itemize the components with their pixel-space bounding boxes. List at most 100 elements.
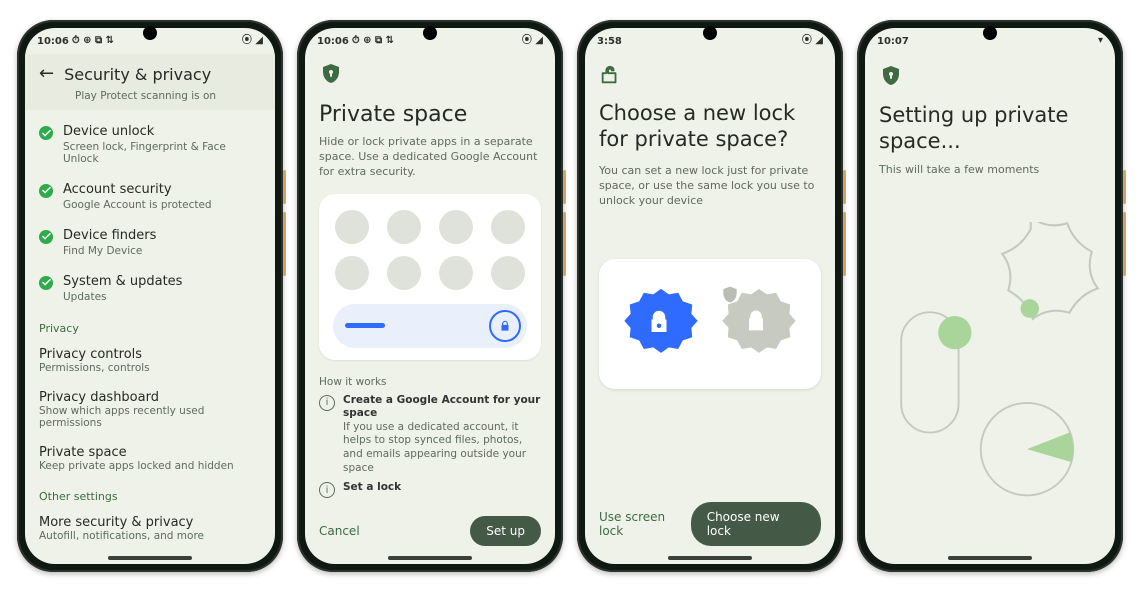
play-protect-status: Play Protect scanning is on bbox=[75, 90, 216, 102]
item-sub: Permissions, controls bbox=[39, 362, 261, 374]
page-description: This will take a few moments bbox=[879, 163, 1101, 176]
check-icon bbox=[39, 184, 53, 198]
item-title: Privacy dashboard bbox=[39, 390, 261, 405]
cancel-button[interactable]: Cancel bbox=[319, 524, 360, 538]
app-placeholder-icon bbox=[387, 256, 421, 290]
privacy-shield-icon bbox=[879, 64, 903, 88]
app-placeholder-icon bbox=[335, 256, 369, 290]
phone-choose-lock: 3:58 ⦿ ◢ Choose a new lock for private s… bbox=[577, 20, 843, 572]
check-icon bbox=[39, 230, 53, 244]
item-sub: Updates bbox=[63, 291, 261, 303]
item-title: More security & privacy bbox=[39, 515, 261, 530]
item-device-unlock[interactable]: Device unlockScreen lock, Fingerprint & … bbox=[39, 116, 261, 174]
item-title: Device finders bbox=[63, 229, 261, 244]
lock-circle-icon bbox=[489, 310, 521, 342]
how-body: If you use a dedicated account, it helps… bbox=[343, 421, 526, 474]
front-camera bbox=[703, 26, 717, 40]
status-right-icons: ⦿ ◢ bbox=[802, 36, 823, 46]
privacy-shield-icon bbox=[319, 62, 343, 86]
app-placeholder-icon bbox=[387, 210, 421, 244]
item-device-finders[interactable]: Device findersFind My Device bbox=[39, 220, 261, 266]
power-button bbox=[563, 170, 566, 204]
how-item-account: i Create a Google Account for your space… bbox=[319, 394, 541, 476]
how-it-works-label: How it works bbox=[319, 376, 541, 388]
gesture-bar[interactable] bbox=[668, 556, 752, 560]
choose-new-lock-button[interactable]: Choose new lock bbox=[691, 502, 821, 546]
loading-illustration bbox=[879, 222, 1101, 551]
item-sub: Autofill, notifications, and more bbox=[39, 530, 261, 542]
how-title: Set a lock bbox=[343, 481, 401, 493]
page-heading: Setting up private space... bbox=[879, 102, 1101, 155]
status-left-icons: ⏱ ⊕ ⧉ ⇅ bbox=[352, 36, 394, 46]
front-camera bbox=[983, 26, 997, 40]
new-lock-badge-icon bbox=[622, 285, 700, 363]
item-title: Account security bbox=[63, 183, 261, 198]
item-title: Device unlock bbox=[63, 125, 261, 140]
item-system-updates[interactable]: System & updatesUpdates bbox=[39, 266, 261, 312]
app-placeholder-icon bbox=[335, 210, 369, 244]
item-more-security[interactable]: More security & privacyAutofill, notific… bbox=[39, 507, 261, 550]
status-time: 3:58 bbox=[597, 36, 622, 47]
status-right-icons: ⦿ ◢ bbox=[242, 36, 263, 46]
status-left-icons: ⏱ ⊕ ⧉ ⇅ bbox=[72, 36, 114, 46]
check-icon bbox=[39, 276, 53, 290]
item-privacy-controls[interactable]: Privacy controlsPermissions, controls bbox=[39, 339, 261, 382]
info-icon: i bbox=[319, 395, 335, 411]
status-right-icons: ▾ bbox=[1098, 36, 1103, 46]
item-title: Private space bbox=[39, 445, 261, 460]
front-camera bbox=[143, 26, 157, 40]
app-placeholder-icon bbox=[439, 210, 473, 244]
item-title: System & updates bbox=[63, 275, 261, 290]
gesture-bar[interactable] bbox=[948, 556, 1032, 560]
phone-settings: 10:06 ⏱ ⊕ ⧉ ⇅ ⦿ ◢ ← Security & privacy P… bbox=[17, 20, 283, 572]
app-placeholder-icon bbox=[491, 256, 525, 290]
shield-mini-icon bbox=[720, 285, 740, 305]
power-button bbox=[843, 170, 846, 204]
status-time: 10:07 bbox=[877, 36, 909, 47]
how-title: Create a Google Account for your space bbox=[343, 394, 540, 420]
screen-choose-lock: 3:58 ⦿ ◢ Choose a new lock for private s… bbox=[585, 28, 835, 564]
gesture-bar[interactable] bbox=[388, 556, 472, 560]
page-description: You can set a new lock just for private … bbox=[599, 163, 821, 209]
lock-open-icon bbox=[599, 64, 621, 86]
item-sub: Show which apps recently used permission… bbox=[39, 405, 261, 429]
screen-setting-up: 10:07 ▾ Setting up private space... This… bbox=[865, 28, 1115, 564]
item-account-security[interactable]: Account securityGoogle Account is protec… bbox=[39, 174, 261, 220]
volume-button bbox=[1123, 212, 1126, 276]
item-sub: Screen lock, Fingerprint & Face Unlock bbox=[63, 141, 261, 165]
back-icon[interactable]: ← bbox=[39, 65, 54, 83]
page-heading: Private space bbox=[319, 102, 541, 127]
front-camera bbox=[423, 26, 437, 40]
page-title: Security & privacy bbox=[64, 65, 211, 84]
item-private-space[interactable]: Private spaceKeep private apps locked an… bbox=[39, 437, 261, 480]
unlock-slider-illustration bbox=[333, 304, 527, 348]
phone-private-space-intro: 10:06 ⏱ ⊕ ⧉ ⇅ ⦿ ◢ Private space Hide or … bbox=[297, 20, 563, 572]
volume-button bbox=[843, 212, 846, 276]
how-item-lock: i Set a lock bbox=[319, 481, 541, 498]
section-other: Other settings bbox=[39, 490, 261, 503]
gesture-bar[interactable] bbox=[108, 556, 192, 560]
status-time: 10:06 bbox=[317, 36, 349, 47]
status-time: 10:06 bbox=[37, 36, 69, 47]
screen-private-space: 10:06 ⏱ ⊕ ⧉ ⇅ ⦿ ◢ Private space Hide or … bbox=[305, 28, 555, 564]
volume-button bbox=[283, 212, 286, 276]
lock-options-card bbox=[599, 259, 821, 389]
use-screen-lock-button[interactable]: Use screen lock bbox=[599, 510, 691, 538]
setup-button[interactable]: Set up bbox=[470, 516, 541, 546]
check-icon bbox=[39, 126, 53, 140]
item-privacy-dashboard[interactable]: Privacy dashboardShow which apps recentl… bbox=[39, 382, 261, 437]
illustration-card bbox=[319, 194, 541, 360]
item-sub: Google Account is protected bbox=[63, 199, 261, 211]
power-button bbox=[1123, 170, 1126, 204]
app-placeholder-icon bbox=[491, 210, 525, 244]
slider-track-icon bbox=[345, 323, 385, 328]
status-right-icons: ⦿ ◢ bbox=[522, 36, 543, 46]
item-sub: Find My Device bbox=[63, 245, 261, 257]
info-icon: i bbox=[319, 482, 335, 498]
item-title: Privacy controls bbox=[39, 347, 261, 362]
phone-setting-up: 10:07 ▾ Setting up private space... This… bbox=[857, 20, 1123, 572]
power-button bbox=[283, 170, 286, 204]
same-lock-badge-icon bbox=[720, 285, 798, 363]
page-heading: Choose a new lock for private space? bbox=[599, 100, 821, 153]
item-sub: Keep private apps locked and hidden bbox=[39, 460, 261, 472]
